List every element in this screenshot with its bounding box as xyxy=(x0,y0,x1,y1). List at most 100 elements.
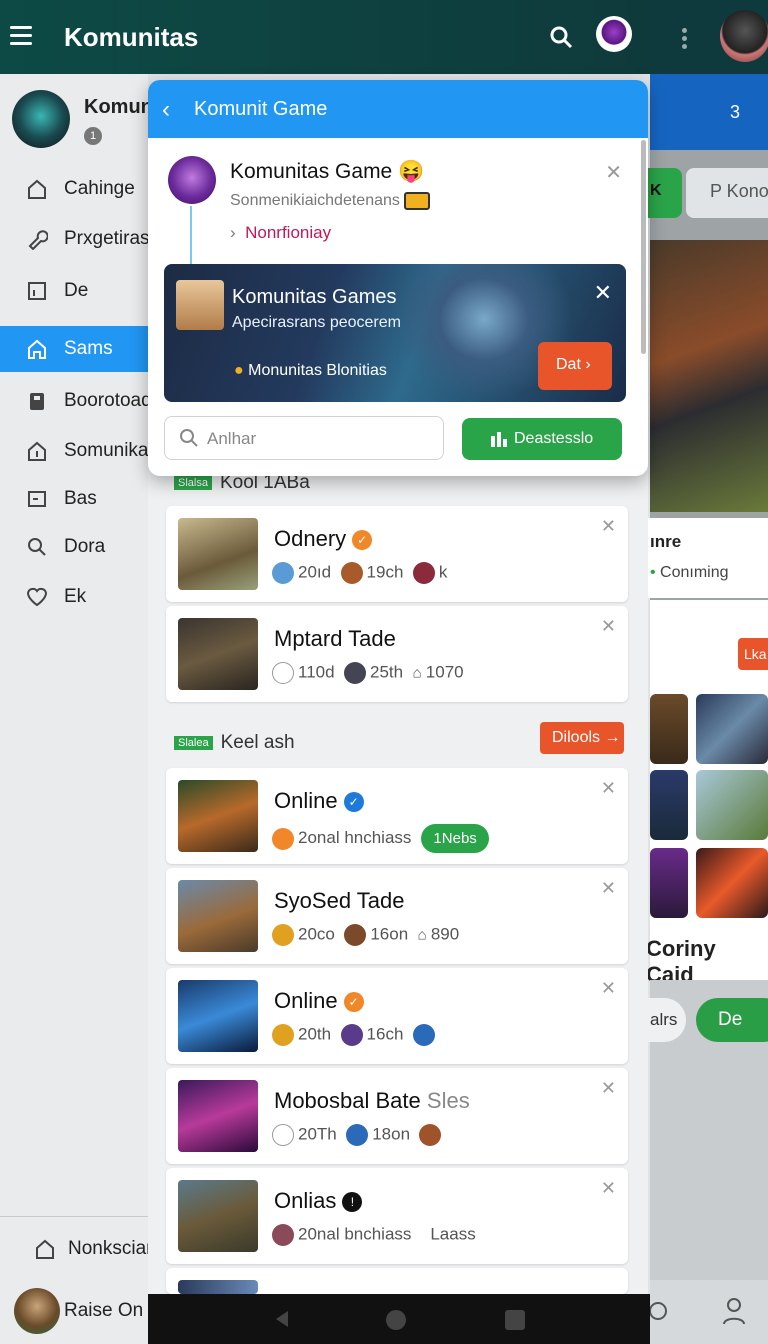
stat-icon xyxy=(344,924,367,946)
verified-icon: ✓ xyxy=(352,530,373,551)
sidebar-item-prxgetiras[interactable]: Prxgetiras xyxy=(0,216,150,262)
game-thumbnail xyxy=(178,1080,258,1152)
avatar[interactable] xyxy=(720,10,768,62)
scrollbar[interactable] xyxy=(641,140,646,354)
list-item[interactable]: Mobosbal Bate Sles 20Th 18on ✕ xyxy=(166,1068,628,1164)
stat-icon xyxy=(272,662,294,684)
community-popup: ‹ Komunit Game Komunitas Game 😝 Sonmenik… xyxy=(148,80,648,476)
alert-icon: ! xyxy=(342,1192,363,1213)
avatar[interactable] xyxy=(596,16,632,52)
sidebar-item-dora[interactable]: Dora xyxy=(0,524,148,570)
recents-icon[interactable] xyxy=(504,1310,526,1332)
list-item[interactable]: Odnery ✓ 20ıd 19ch k ✕ xyxy=(166,506,628,602)
list-item[interactable] xyxy=(166,1268,628,1294)
close-icon[interactable]: ✕ xyxy=(605,160,622,185)
game-thumbnail xyxy=(178,1180,258,1252)
user-badge: 1 xyxy=(84,127,102,145)
close-icon[interactable]: ✕ xyxy=(601,878,616,899)
section-action-button[interactable]: Dilools → xyxy=(540,722,624,754)
background-hero-image xyxy=(650,240,768,512)
item-meta: 20Th 18on xyxy=(272,1124,445,1146)
minus-box-icon xyxy=(28,491,46,507)
community-subtitle: Sonmenikiaichdetenans xyxy=(230,192,431,210)
background-green-pill[interactable]: De xyxy=(696,998,768,1042)
background-light-button[interactable]: P Kono xyxy=(686,168,768,218)
card-subtitle: • Conıming xyxy=(650,564,729,581)
item-meta: 20th 16ch xyxy=(272,1024,439,1046)
close-icon[interactable]: ✕ xyxy=(601,1078,616,1099)
close-icon[interactable]: ✕ xyxy=(594,280,612,306)
menu-icon[interactable] xyxy=(10,26,32,45)
stat-icon xyxy=(344,662,367,684)
list-item[interactable]: Onlias! 20nal bnchiass Laass ✕ xyxy=(166,1168,628,1264)
verified-icon: ✓ xyxy=(343,992,364,1013)
background-card[interactable]: ınre • Conıming xyxy=(648,518,768,598)
stat-icon xyxy=(340,1024,363,1046)
banner-label: ● Monunitas Blonitias xyxy=(234,362,387,379)
background-header: 3 xyxy=(650,74,768,150)
community-avatar[interactable] xyxy=(168,156,216,204)
primary-action-button[interactable]: Deastesslo xyxy=(462,418,622,460)
back-icon[interactable] xyxy=(274,1310,290,1328)
close-icon[interactable]: ✕ xyxy=(601,1178,616,1199)
game-thumbnail xyxy=(178,880,258,952)
stat-icon xyxy=(272,924,294,946)
chevron-left-icon[interactable]: ‹ xyxy=(162,96,170,124)
item-meta: 20nal bnchiass Laass xyxy=(272,1224,476,1246)
sidebar-item-de[interactable]: De xyxy=(0,268,148,314)
popup-header-title: Komunit Game xyxy=(194,98,328,120)
notification-link[interactable]: › Nonrfioniay xyxy=(230,223,331,243)
close-icon[interactable]: ✕ xyxy=(601,616,616,637)
game-thumbnail xyxy=(178,518,258,590)
sidebar-item-boorotoad[interactable]: Boorotoad xyxy=(0,378,152,424)
profile-icon[interactable] xyxy=(722,1296,746,1326)
close-icon[interactable]: ✕ xyxy=(601,978,616,999)
community-title: Komunitas Game 😝 xyxy=(230,160,425,183)
app-bar: Komunitas xyxy=(0,0,650,74)
clipboard-icon xyxy=(30,393,44,410)
sidebar-item-somunika[interactable]: Somunika xyxy=(0,428,149,474)
sidebar-item-cahinge[interactable]: Cahinge xyxy=(0,166,148,212)
drawer-footer-label[interactable]: Raise On xyxy=(64,1300,143,1322)
heart-icon xyxy=(26,587,48,607)
featured-banner[interactable]: Komunitas Games Apecirasrans peocerem ● … xyxy=(164,264,626,402)
stat-icon xyxy=(419,1124,442,1146)
sidebar-item-sams[interactable]: Sams xyxy=(0,326,148,372)
sidebar-item-bas[interactable]: Bas xyxy=(0,476,148,522)
avatar[interactable] xyxy=(14,1288,60,1334)
avatar[interactable] xyxy=(12,90,70,148)
section-tag: Slalea xyxy=(174,735,213,750)
home-icon xyxy=(28,339,46,359)
list-item[interactable]: SyoSed Tade 20co 16on ⌂ 890 ✕ xyxy=(166,868,628,964)
status-badge[interactable]: 1Nebs xyxy=(421,824,489,853)
sidebar-item-nonksciar[interactable]: Nonksciar xyxy=(0,1226,152,1272)
info-icon[interactable] xyxy=(650,1300,670,1322)
background-app-bar xyxy=(650,0,768,74)
banner-avatar xyxy=(176,280,224,330)
background-label[interactable]: Lka xyxy=(738,638,768,670)
bar-chart-icon xyxy=(491,432,507,447)
stat-icon xyxy=(272,562,294,584)
search-input[interactable]: Anlhar xyxy=(164,416,444,460)
game-thumbnail xyxy=(178,780,258,852)
close-icon[interactable]: ✕ xyxy=(601,516,616,537)
item-title: Mptard Tade xyxy=(274,626,396,651)
banner-title: Komunitas Games xyxy=(232,286,397,308)
sidebar-item-ek[interactable]: Ek xyxy=(0,574,148,620)
search-icon[interactable] xyxy=(548,24,574,50)
section-header: Slalea Keel ash xyxy=(174,732,295,754)
home-button-icon[interactable] xyxy=(384,1310,408,1334)
more-icon[interactable] xyxy=(682,28,688,49)
wrench-icon xyxy=(28,230,48,250)
close-icon[interactable]: ✕ xyxy=(601,778,616,799)
banner-action-button[interactable]: Dat › xyxy=(538,342,612,390)
game-thumbnail xyxy=(178,618,258,690)
list-item[interactable]: Online ✓ 20th 16ch ✕ xyxy=(166,968,628,1064)
list-item[interactable]: Mptard Tade 110d 25th ⌂ 1070 ✕ xyxy=(166,606,628,702)
item-meta: 20ıd 19ch k xyxy=(272,562,447,584)
item-title: SyoSed Tade xyxy=(274,888,405,913)
stat-icon xyxy=(340,562,363,584)
list-item[interactable]: Online ✓ 2onal hnchiass 1Nebs ✕ xyxy=(166,768,628,864)
banner-subtitle: Apecirasrans peocerem xyxy=(232,314,401,331)
item-meta: 2onal hnchiass 1Nebs xyxy=(272,824,489,853)
